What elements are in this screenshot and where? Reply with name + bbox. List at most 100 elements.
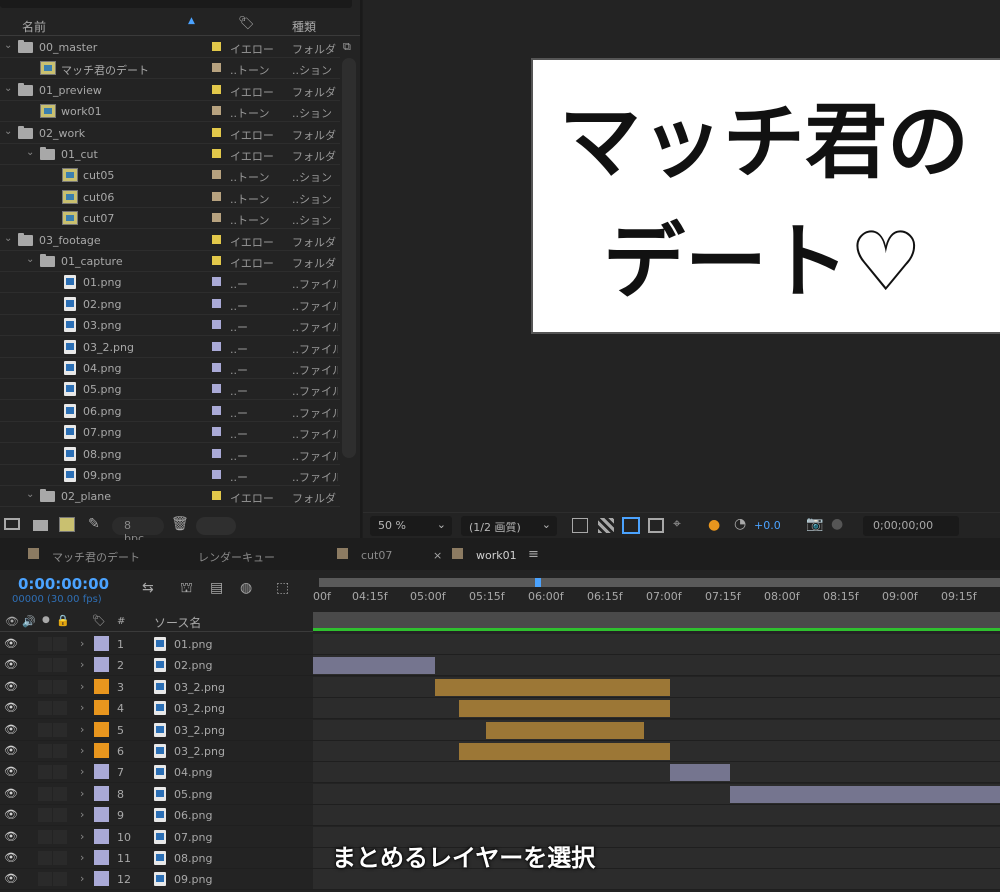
layer-switch-cells[interactable] — [38, 658, 68, 673]
project-item-row[interactable]: ⌄ 01_cut イエロー フォルダ — [0, 144, 340, 165]
layer-label-swatch[interactable] — [94, 657, 109, 673]
label-color-swatch[interactable] — [212, 191, 221, 201]
timeline-layer-row[interactable]: 👁 › 1 01.png — [0, 634, 1000, 655]
layer-duration-bar[interactable] — [486, 721, 645, 739]
layer-switch-cells[interactable] — [38, 872, 68, 887]
label-color-swatch[interactable] — [212, 42, 221, 51]
label-color-swatch[interactable] — [212, 491, 221, 501]
eye-visibility-icon[interactable]: 👁 — [4, 830, 18, 843]
project-item-row[interactable]: 01.png ..ー ..ファイル — [0, 272, 340, 294]
resolution-dropdown[interactable]: (1/2 画質) ⌄ — [461, 516, 557, 536]
expand-arrow-icon[interactable]: › — [80, 872, 84, 885]
project-item-row[interactable]: ⌄ 00_master イエロー フォルダ — [0, 37, 340, 58]
label-color-swatch[interactable] — [212, 63, 221, 73]
label-color-swatch[interactable] — [212, 427, 221, 437]
safe-area-icon[interactable] — [648, 518, 664, 533]
new-folder-icon[interactable] — [33, 520, 48, 531]
show-snapshot-icon[interactable]: ● — [831, 516, 843, 532]
expand-arrow-icon[interactable]: › — [80, 744, 84, 757]
timeline-layer-row[interactable]: 👁 › 9 06.png — [0, 805, 1000, 827]
layer-switch-cells[interactable] — [38, 744, 68, 758]
layer-switch-cells[interactable] — [38, 851, 68, 865]
column-type-header[interactable]: 種類 — [292, 18, 316, 35]
eye-visibility-icon[interactable]: 👁 — [4, 658, 18, 671]
project-item-row[interactable]: 08.png ..ー ..ファイル — [0, 444, 340, 465]
eye-visibility-icon[interactable]: 👁 — [4, 744, 18, 757]
project-item-row[interactable]: 03.png ..ー ..ファイル — [0, 315, 340, 337]
disclosure-toggle-icon[interactable]: ⌄ — [4, 83, 12, 94]
eye-visibility-icon[interactable]: 👁 — [4, 680, 18, 693]
expand-arrow-icon[interactable]: › — [80, 658, 84, 671]
layer-switch-cells[interactable] — [38, 679, 68, 694]
current-time-display[interactable]: 0:00:00:00 — [18, 575, 109, 593]
project-item-row[interactable]: 05.png ..ー ..ファイル — [0, 379, 340, 401]
graph-editor-icon[interactable]: ⬚ — [276, 580, 289, 596]
eye-visibility-icon[interactable]: 👁 — [4, 765, 18, 778]
label-color-swatch[interactable] — [212, 470, 221, 479]
project-item-row[interactable]: cut06 ..トーン ..ション — [0, 187, 340, 208]
layer-duration-bar[interactable] — [313, 657, 436, 675]
project-scrollbar[interactable] — [342, 58, 356, 458]
label-color-swatch[interactable] — [212, 341, 221, 351]
project-item-row[interactable]: 03_2.png ..ー ..ファイル — [0, 337, 340, 358]
label-color-swatch[interactable] — [212, 127, 221, 137]
layer-track[interactable] — [313, 698, 1000, 719]
layer-duration-bar[interactable] — [459, 700, 671, 718]
project-search-field[interactable] — [0, 0, 352, 8]
color-channel-icon[interactable]: ● — [708, 517, 720, 533]
interpret-footage-icon[interactable] — [4, 518, 20, 530]
mask-path-icon[interactable] — [622, 517, 640, 534]
layer-switch-cells[interactable] — [38, 808, 68, 823]
snapshot-camera-icon[interactable]: 📷 — [806, 516, 823, 532]
frame-blending-icon[interactable]: ▤ — [210, 580, 223, 596]
tab-match-date[interactable]: マッチ君のデート — [52, 549, 140, 565]
eye-visibility-icon[interactable]: 👁 — [4, 872, 18, 885]
layer-track[interactable] — [313, 762, 1000, 783]
layer-track[interactable] — [313, 655, 1000, 676]
zoom-dropdown[interactable]: 50 % ⌄ — [370, 516, 452, 536]
layer-label-swatch[interactable] — [94, 764, 109, 780]
layer-switch-cells[interactable] — [38, 722, 68, 737]
tab-work01[interactable]: work01 — [476, 549, 517, 562]
label-color-swatch[interactable] — [212, 234, 221, 244]
expand-arrow-icon[interactable]: › — [80, 723, 84, 736]
project-item-row[interactable]: 09.png ..ー ..ファイル — [0, 465, 340, 486]
layer-label-swatch[interactable] — [94, 807, 109, 823]
layer-duration-bar[interactable] — [435, 678, 671, 696]
project-item-row[interactable]: 04.png ..ー ..ファイル — [0, 358, 340, 379]
expand-arrow-icon[interactable]: › — [80, 680, 84, 693]
project-item-row[interactable]: 07.png ..ー ..ファイル — [0, 422, 340, 444]
layer-label-swatch[interactable] — [94, 721, 109, 737]
disclosure-toggle-icon[interactable]: ⌄ — [4, 126, 12, 137]
project-item-row[interactable]: work01 ..トーン ..ション — [0, 101, 340, 123]
brush-icon[interactable]: ✎ — [88, 516, 100, 532]
disclosure-toggle-icon[interactable]: ⌄ — [4, 233, 12, 244]
project-item-row[interactable]: cut05 ..トーン ..ション — [0, 165, 340, 187]
eye-visibility-icon[interactable]: 👁 — [4, 637, 18, 650]
exposure-value[interactable]: +0.0 — [754, 519, 781, 532]
layer-switch-cells[interactable] — [38, 637, 68, 651]
expand-arrow-icon[interactable]: › — [80, 701, 84, 714]
label-color-swatch[interactable] — [212, 405, 221, 415]
label-color-swatch[interactable] — [212, 448, 221, 458]
bit-depth-button[interactable]: 8 bpc — [112, 517, 164, 545]
timeline-layer-row[interactable]: 👁 › 6 03_2.png — [0, 741, 1000, 762]
eye-visibility-icon[interactable]: 👁 — [4, 851, 18, 864]
eye-visibility-icon[interactable]: 👁 — [4, 787, 18, 800]
label-color-swatch[interactable] — [212, 84, 221, 94]
project-item-row[interactable]: マッチ君のデート ..トーン ..ション — [0, 58, 340, 80]
layer-track[interactable] — [313, 719, 1000, 740]
label-color-swatch[interactable] — [212, 298, 221, 308]
expand-arrow-icon[interactable]: › — [80, 851, 84, 864]
label-color-swatch[interactable] — [212, 170, 221, 180]
draft-3d-icon[interactable]: ⛫ — [180, 580, 193, 598]
layer-label-swatch[interactable] — [94, 850, 109, 865]
fast-preview-icon[interactable] — [572, 518, 588, 533]
expand-arrow-icon[interactable]: › — [80, 765, 84, 778]
tab-render-queue[interactable]: レンダーキュー — [198, 549, 275, 565]
layer-label-swatch[interactable] — [94, 678, 109, 694]
disclosure-toggle-icon[interactable]: ⌄ — [26, 489, 34, 500]
project-item-row[interactable]: ⌄ 01_capture イエロー フォルダ — [0, 251, 340, 272]
comp-flowchart-icon[interactable]: ⇆ — [142, 580, 154, 596]
new-composition-icon[interactable] — [59, 517, 75, 532]
